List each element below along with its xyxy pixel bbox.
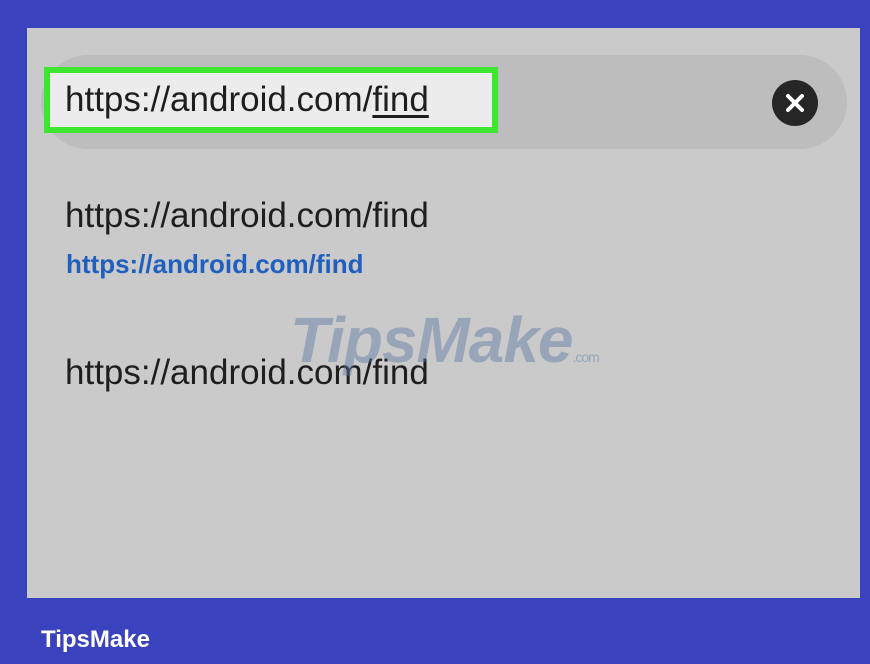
brand-label: TipsMake xyxy=(41,626,150,653)
browser-screen: https://android.com/find https://android… xyxy=(27,28,860,598)
watermark-suffix: .com xyxy=(572,349,600,365)
url-prefix: https://android.com/ xyxy=(65,80,373,119)
suggestion-url-1[interactable]: https://android.com/find xyxy=(66,249,364,280)
suggestion-title-1[interactable]: https://android.com/find xyxy=(65,196,429,236)
address-bar[interactable]: https://android.com/find xyxy=(41,55,847,149)
url-input[interactable]: https://android.com/find xyxy=(44,67,498,133)
close-icon xyxy=(786,94,804,112)
url-suffix-underlined: find xyxy=(372,80,429,119)
clear-button[interactable] xyxy=(772,80,818,126)
suggestion-title-2[interactable]: https://android.com/find xyxy=(65,353,429,393)
url-text: https://android.com/find xyxy=(65,80,429,120)
